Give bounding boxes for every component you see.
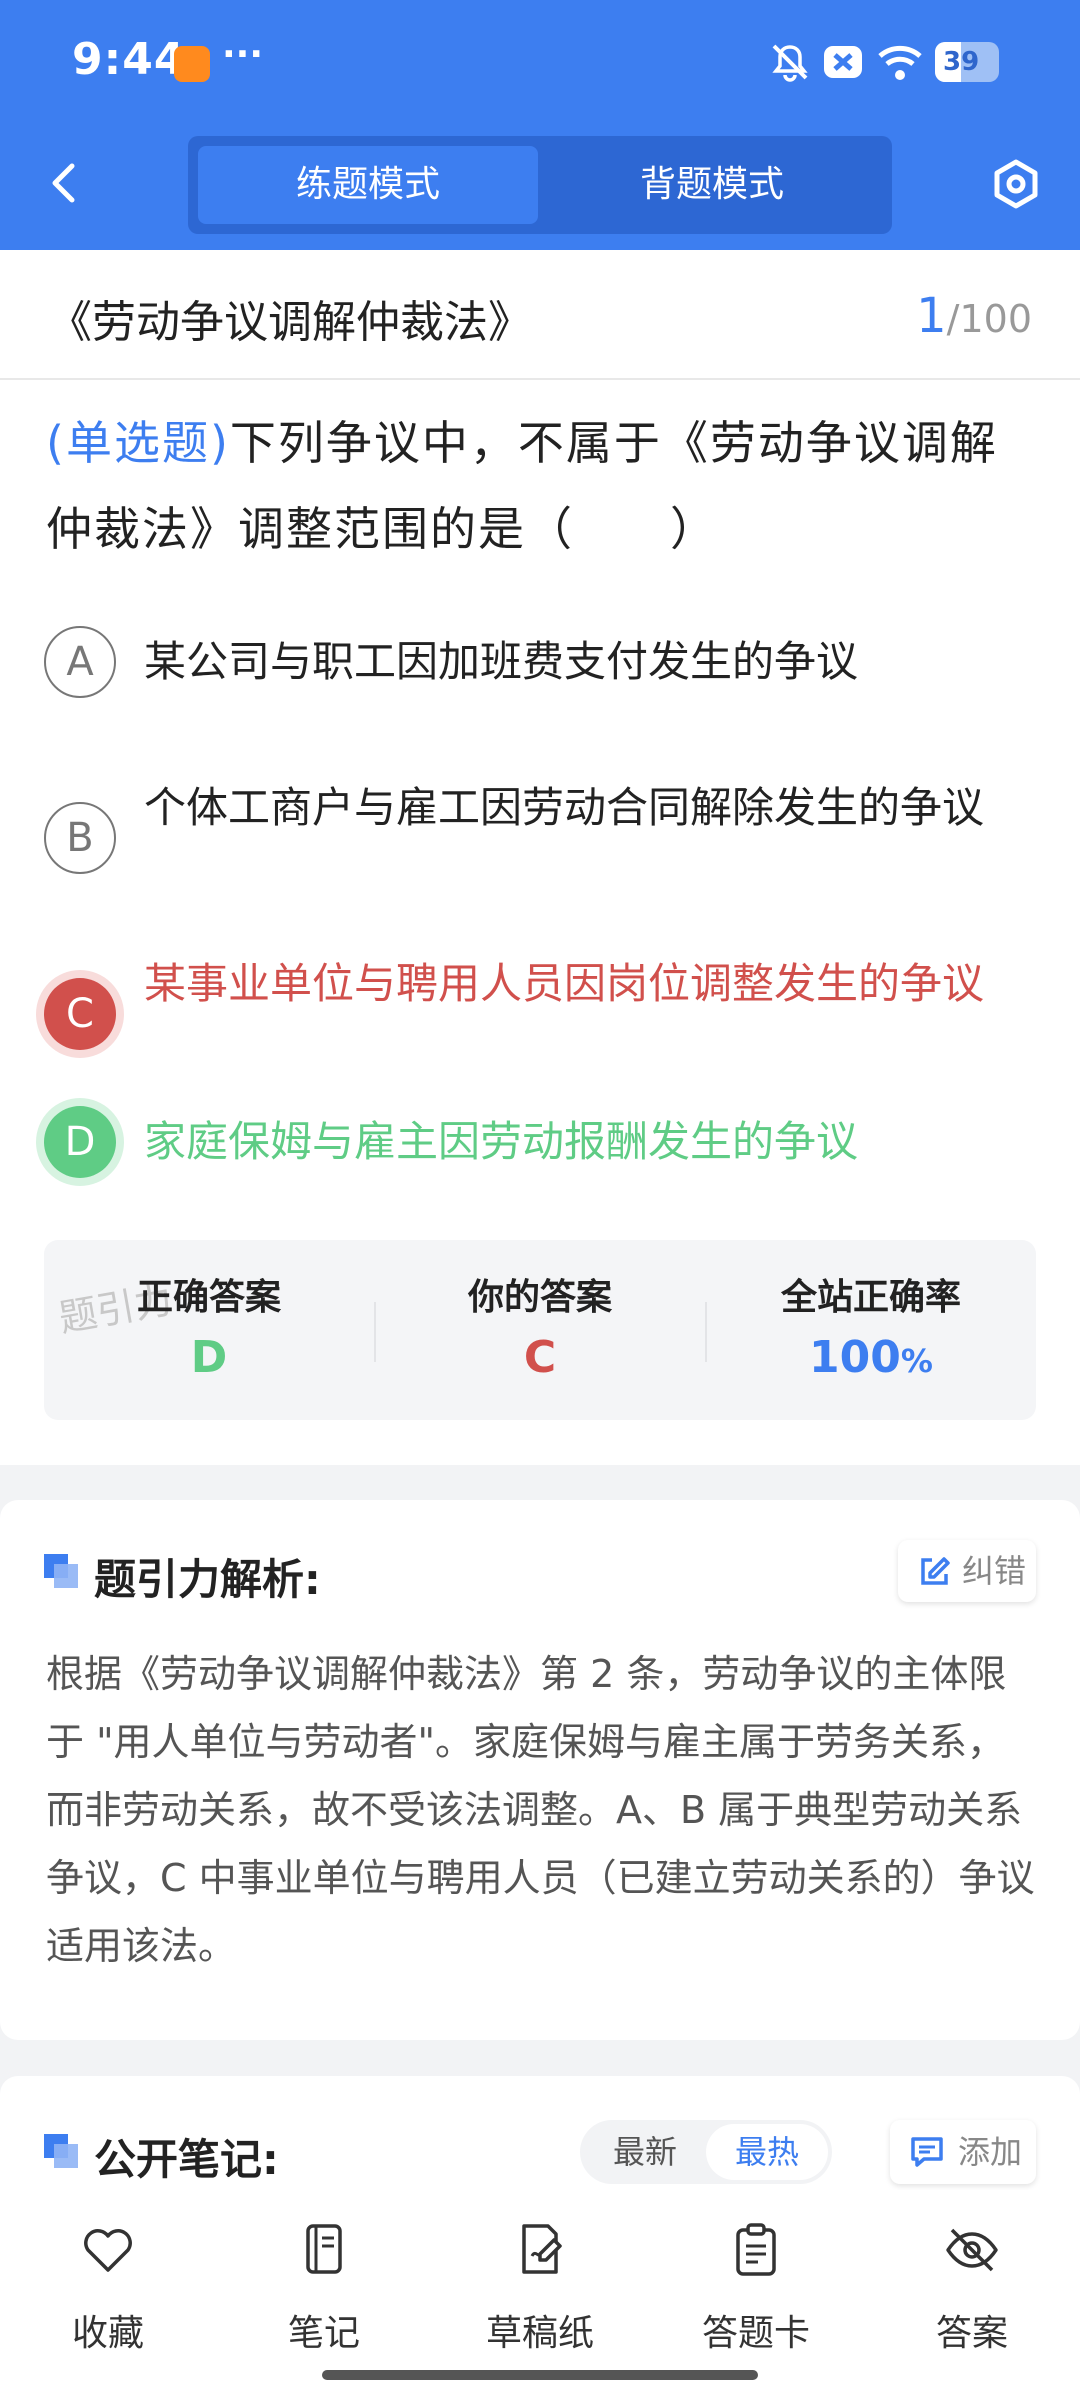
total-questions: /100 [946,297,1032,341]
site-accuracy-label: 全站正确率 [780,1277,961,1318]
edit-icon [921,1557,950,1585]
nav-draft[interactable]: 草稿纸 [455,2222,625,2354]
analysis-title: 题引力解析: [94,1555,321,1604]
app-notification-icon [174,46,210,82]
top-header: 9:44 ··· 39 练题模式 背题模式 [0,0,1080,250]
site-accuracy-column: 全站正确率 100% [706,1240,1036,1420]
bottom-nav: 收藏 笔记 草稿纸 答题卡 答案 [0,2190,1080,2400]
notes-sort-switch: 最新 最热 [580,2120,832,2184]
correct-answer-value: D [190,1332,228,1383]
your-answer-column: 你的答案 C [375,1240,705,1420]
tab-memorize-mode[interactable]: 背题模式 [542,146,882,224]
option-b-text: 个体工商户与雇工因劳动合同解除发生的争议 [144,783,985,832]
law-title: 《劳动争议调解仲裁法》 [48,297,532,348]
section-square-icon [44,2134,80,2170]
report-error-button[interactable]: 纠错 [898,1540,1036,1602]
option-d-letter: D [44,1106,116,1178]
current-question-number: 1 [916,288,947,344]
option-a-letter: A [44,626,116,698]
sort-hottest[interactable]: 最热 [706,2124,828,2180]
nav-answer-label: 答案 [935,2313,1008,2354]
section-square-icon [44,1554,80,1590]
battery-indicator: 39 [935,42,999,82]
site-accuracy-number: 100 [809,1332,901,1383]
add-note-button[interactable]: 添加 [890,2120,1036,2184]
your-answer-label: 你的答案 [467,1277,612,1318]
question-stem: (单选题)下列争议中，不属于《劳动争议调解仲裁法》调整范围的是（ ） [46,400,1036,572]
nav-answer-sheet-label: 答题卡 [701,2313,810,2354]
question-card: 《劳动争议调解仲裁法》 1/100 (单选题)下列争议中，不属于《劳动争议调解仲… [0,250,1080,1465]
option-a-text: 某公司与职工因加班费支付发生的争议 [144,637,859,686]
site-accuracy-value: 100% [706,1332,1036,1383]
clipboard-icon [736,2223,776,2276]
site-accuracy-unit: % [900,1342,933,1380]
report-error-label: 纠错 [962,1552,1027,1590]
nav-notes-label: 笔记 [287,2313,360,2354]
comment-icon [911,2137,943,2167]
correct-answer-label: 正确答案 [136,1277,281,1318]
option-c[interactable]: C 某事业单位与聘用人员因岗位调整发生的争议 [44,954,1044,1074]
question-title-row: 《劳动争议调解仲裁法》 1/100 [0,250,1080,380]
more-notifications-icon: ··· [222,34,264,75]
option-a[interactable]: A 某公司与职工因加班费支付发生的争议 [44,626,1044,698]
nav-notes[interactable]: 笔记 [239,2222,409,2354]
settings-hexagon-icon[interactable] [990,158,1042,210]
mode-switch: 练题模式 背题模式 [188,136,892,234]
option-c-letter: C [44,978,116,1050]
option-c-text: 某事业单位与聘用人员因岗位调整发生的争议 [144,959,985,1008]
option-b-letter: B [44,802,116,874]
option-d[interactable]: D 家庭保姆与雇主因劳动报酬发生的争议 [44,1106,1044,1178]
mute-bell-icon [772,44,808,82]
analysis-text: 根据《劳动争议调解仲裁法》第 2 条，劳动争议的主体限于 "用人单位与劳动者"。… [46,1652,1035,1968]
status-time: 9:44 [72,34,186,85]
nav-draft-label: 草稿纸 [485,2313,594,2354]
nav-answer[interactable]: 答案 [887,2222,1057,2354]
option-b[interactable]: B 个体工商户与雇工因劳动合同解除发生的争议 [44,778,1044,898]
home-indicator[interactable] [322,2370,758,2380]
eye-off-icon [946,2228,998,2272]
notes-title: 公开笔记: [94,2135,279,2184]
nav-favorite[interactable]: 收藏 [23,2222,193,2354]
draft-icon [522,2224,562,2274]
sim-blocked-icon [824,46,862,78]
wifi-icon [878,45,922,80]
heart-icon [84,2229,132,2272]
tab-practice-mode[interactable]: 练题模式 [198,146,538,224]
sort-newest[interactable]: 最新 [584,2124,706,2180]
answer-summary: 题引力 正确答案 D 你的答案 C 全站正确率 100% [44,1240,1036,1420]
back-arrow-icon[interactable] [40,158,90,208]
analysis-card: 题引力解析: 纠错 根据《劳动争议调解仲裁法》第 2 条，劳动争议的主体限于 "… [0,1500,1080,2040]
question-counter: 1/100 [916,288,1032,344]
battery-level: 39 [943,47,980,77]
your-answer-value: C [523,1332,557,1383]
status-bar: 9:44 ··· 39 [0,0,1080,125]
nav-favorite-label: 收藏 [71,2313,144,2354]
add-note-label: 添加 [958,2133,1023,2171]
option-d-text: 家庭保姆与雇主因劳动报酬发生的争议 [144,1117,859,1166]
nav-answer-sheet[interactable]: 答题卡 [671,2222,841,2354]
correct-answer-column: 正确答案 D [44,1240,374,1420]
notebook-icon [306,2224,342,2274]
question-type: (单选题) [46,416,230,470]
